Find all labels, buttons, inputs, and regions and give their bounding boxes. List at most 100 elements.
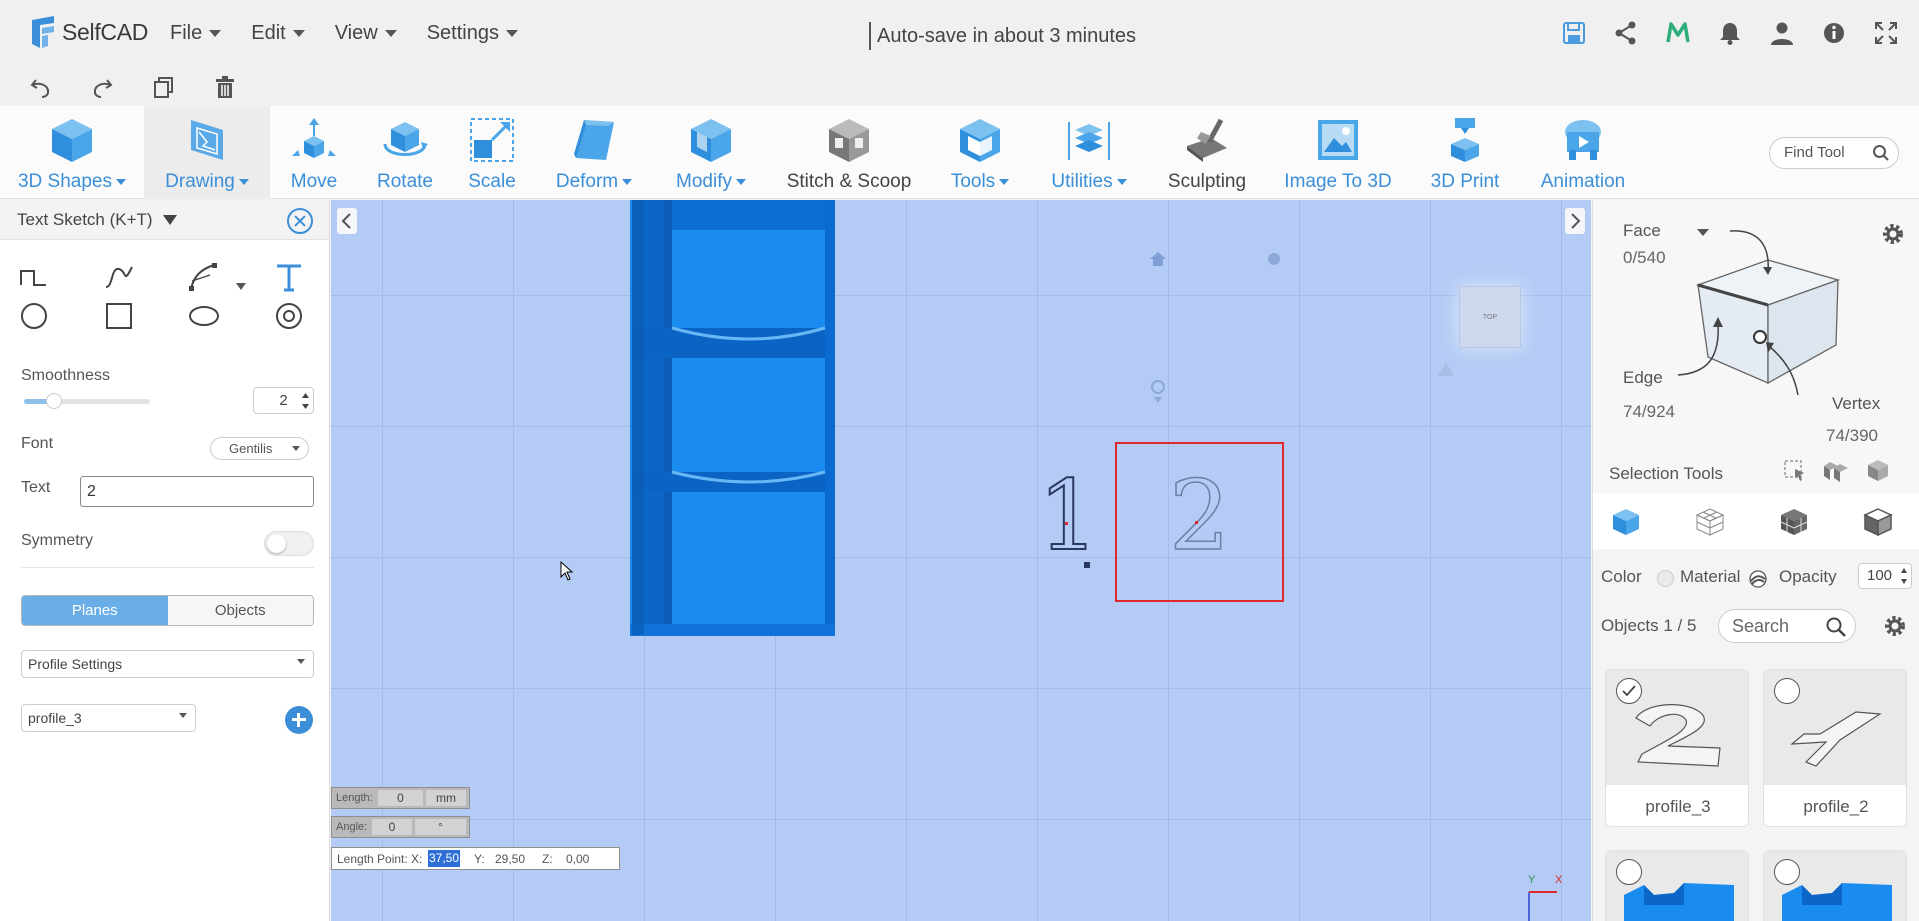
rectangle-tool-icon[interactable]	[103, 300, 135, 332]
tool-3d-print[interactable]: 3D Print	[1424, 106, 1506, 199]
objects-button[interactable]: Objects	[167, 596, 313, 625]
chevron-down-icon	[116, 179, 126, 185]
tool-tools[interactable]: Tools	[940, 106, 1020, 199]
object-card-profile-3[interactable]: profile_3	[1605, 669, 1749, 827]
shelf-model[interactable]	[630, 200, 835, 636]
profile-select[interactable]: profile_3	[21, 704, 196, 732]
edge-label[interactable]: Edge	[1623, 368, 1663, 388]
home-icon[interactable]	[1149, 250, 1167, 268]
y-coordinate-input[interactable]: 29,50	[495, 852, 525, 866]
object-card-profile-2[interactable]: profile_2	[1763, 669, 1907, 827]
smoothness-stepper[interactable]: 2	[253, 387, 314, 414]
bezier-tool-icon[interactable]	[188, 261, 220, 293]
polyline-tool-icon[interactable]	[18, 261, 50, 293]
tool-sculpting[interactable]: Sculpting	[1162, 106, 1252, 199]
objects-settings-gear-icon[interactable]	[1882, 613, 1908, 639]
objects-search-input[interactable]: Search	[1718, 609, 1856, 643]
save-icon[interactable]	[1561, 20, 1587, 46]
close-icon[interactable]	[287, 208, 313, 234]
chevron-down-icon[interactable]	[236, 283, 246, 290]
object-checkbox[interactable]	[1774, 678, 1800, 704]
tool-scale[interactable]: Scale	[456, 106, 528, 199]
redo-icon[interactable]	[89, 74, 115, 100]
z-coordinate-input[interactable]: 0,00	[566, 852, 589, 866]
3d-viewport[interactable]: 1 2 TOP Y X	[331, 200, 1591, 921]
collapse-left-button[interactable]	[337, 208, 357, 234]
material-icon[interactable]	[1748, 569, 1768, 589]
object-checkbox[interactable]	[1616, 678, 1642, 704]
ellipse-tool-icon[interactable]	[188, 300, 220, 332]
grid-mode-icon[interactable]	[1779, 507, 1809, 537]
planes-button[interactable]: Planes	[22, 596, 168, 625]
app-logo[interactable]: SelfCAD	[28, 14, 148, 50]
copy-icon[interactable]	[151, 74, 177, 100]
fullscreen-icon[interactable]	[1873, 20, 1899, 46]
add-profile-button[interactable]	[285, 706, 313, 734]
selection-tools-label: Selection Tools	[1609, 464, 1724, 483]
object-card[interactable]	[1605, 850, 1749, 921]
vertex-label[interactable]: Vertex	[1832, 394, 1880, 414]
symmetry-toggle[interactable]	[264, 531, 314, 556]
object-card[interactable]	[1763, 850, 1907, 921]
text-tool-icon[interactable]	[273, 261, 305, 293]
tool-animation[interactable]: Animation	[1530, 106, 1636, 199]
tool-move[interactable]: Move	[276, 106, 352, 199]
object-checkbox[interactable]	[1616, 859, 1642, 885]
face-label[interactable]: Face	[1623, 221, 1661, 241]
tool-image-to-3d[interactable]: Image To 3D	[1280, 106, 1396, 199]
cube-select-icon[interactable]	[1866, 458, 1890, 482]
profile-2-thumbnail	[1790, 711, 1882, 767]
tool-rotate[interactable]: Rotate	[362, 106, 448, 199]
find-tool-input[interactable]: Find Tool	[1769, 137, 1899, 169]
user-icon[interactable]	[1769, 20, 1795, 46]
menu-edit[interactable]: Edit	[251, 22, 305, 45]
tool-deform[interactable]: Deform	[548, 106, 640, 199]
tool-utilities[interactable]: Utilities	[1046, 106, 1132, 199]
ring-tool-icon[interactable]	[273, 300, 305, 332]
view-cube-corner-icon[interactable]	[1436, 360, 1456, 380]
tool-modify[interactable]: Modify	[668, 106, 754, 199]
collapse-right-button[interactable]	[1565, 208, 1585, 234]
menu-file[interactable]: File	[170, 22, 222, 45]
color-swatch[interactable]	[1657, 570, 1674, 587]
circle-tool-icon[interactable]	[18, 300, 50, 332]
bell-icon[interactable]	[1717, 20, 1743, 46]
stepper-arrows-icon[interactable]	[1900, 567, 1908, 585]
box-select-icon[interactable]	[1782, 458, 1806, 482]
menu-view[interactable]: View	[335, 22, 397, 45]
view-cube[interactable]: TOP	[1459, 286, 1521, 348]
curve-tool-icon[interactable]	[103, 261, 135, 293]
tool-drawing[interactable]: Drawing	[144, 106, 270, 199]
x-coordinate-input[interactable]: 37,50	[428, 850, 461, 867]
trash-icon[interactable]	[212, 74, 238, 100]
sketch-digit-two[interactable]: 2	[1168, 467, 1231, 565]
sketch-digit-one[interactable]: 1	[1037, 467, 1100, 565]
undo-icon[interactable]	[28, 74, 54, 100]
panel-title[interactable]: Text Sketch (K+T)	[17, 210, 177, 230]
menu-settings[interactable]: Settings	[427, 22, 518, 45]
multi-select-icon[interactable]	[1824, 458, 1848, 482]
wireframe-mode-icon[interactable]	[1695, 507, 1725, 537]
modify-icon	[691, 119, 731, 162]
share-icon[interactable]	[1613, 20, 1639, 46]
profile-settings-select[interactable]: Profile Settings	[21, 650, 314, 678]
info-icon[interactable]	[1821, 20, 1847, 46]
text-input[interactable]: 2	[80, 476, 314, 507]
tool-3d-shapes[interactable]: 3D Shapes	[8, 106, 136, 199]
vertex-count: 74/390	[1826, 426, 1878, 445]
smoothness-slider-handle[interactable]	[46, 393, 62, 409]
angle-input[interactable]: 0	[372, 819, 412, 835]
m-icon[interactable]	[1665, 20, 1691, 46]
solid-mode-icon[interactable]	[1863, 507, 1893, 537]
stepper-arrows-icon[interactable]	[301, 392, 310, 410]
length-input[interactable]: 0	[378, 790, 423, 806]
pan-icon[interactable]	[1148, 377, 1168, 407]
object-mode-icon[interactable]	[1611, 507, 1641, 537]
light-icon[interactable]	[1265, 250, 1283, 268]
opacity-stepper[interactable]: 100	[1858, 563, 1912, 589]
stitch-scoop-icon	[829, 119, 869, 162]
font-select[interactable]: Gentilis	[210, 437, 309, 460]
tool-stitch-scoop[interactable]: Stitch & Scoop	[782, 106, 916, 199]
object-checkbox[interactable]	[1774, 859, 1800, 885]
gear-icon[interactable]	[1880, 221, 1906, 247]
